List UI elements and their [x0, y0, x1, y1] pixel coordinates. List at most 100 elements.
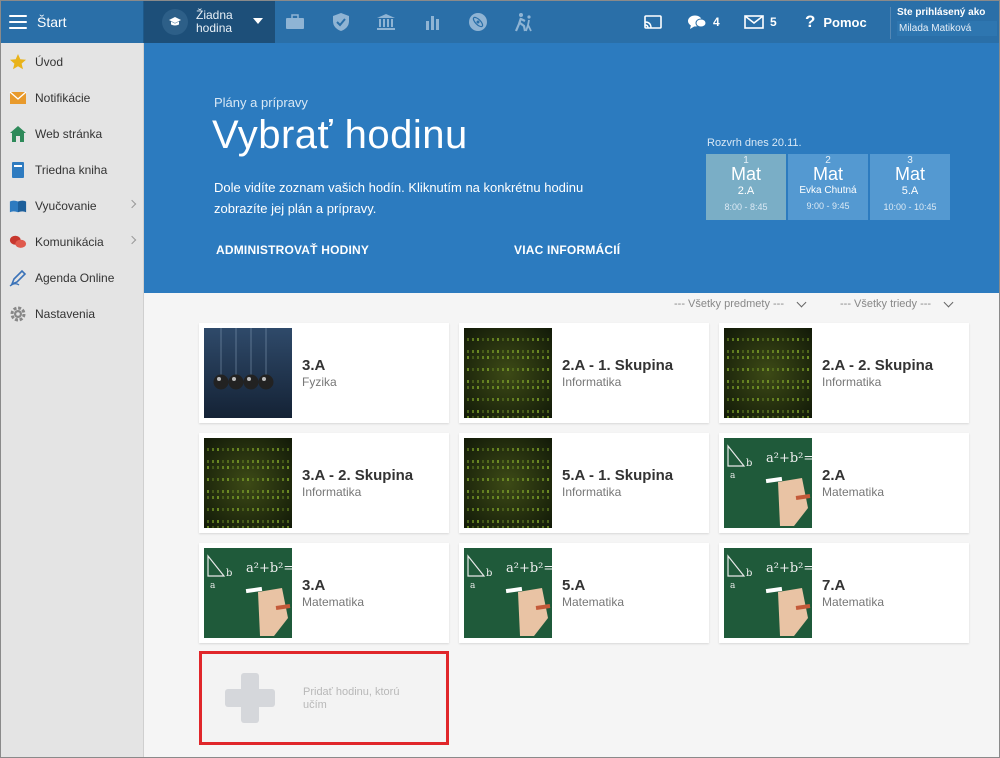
home-icon	[9, 125, 27, 143]
slot-class: 5.A	[901, 185, 919, 197]
svg-text:a²+b²=: a²+b²=	[766, 561, 812, 576]
schedule-slot-2[interactable]: 2 Mat Evka Chutná 9:00 - 9:45	[788, 154, 868, 220]
add-lesson-card[interactable]: Pridať hodinu, ktorú učím	[199, 651, 449, 745]
start-menu-button[interactable]: Štart	[1, 1, 144, 43]
lesson-title: 2.A - 2. Skupina	[822, 357, 934, 374]
lesson-selector[interactable]: Žiadna hodina	[144, 1, 275, 43]
sidebar-item-uvod[interactable]: Úvod	[1, 44, 143, 80]
bar-chart-icon[interactable]	[422, 11, 444, 33]
class-filter-dropdown[interactable]: --- Všetky triedy ---	[840, 297, 954, 310]
user-box[interactable]: Ste prihlásený ako Milada Matiková	[890, 7, 998, 39]
lesson-title: 2.A - 1. Skupina	[562, 357, 674, 374]
lesson-selector-line2: hodina	[196, 21, 233, 35]
hiking-icon[interactable]	[513, 11, 535, 33]
subject-filter-dropdown[interactable]: --- Všetky predmety ---	[674, 297, 807, 310]
svg-text:b: b	[746, 568, 752, 579]
page-subtitle: Plány a prípravy	[214, 95, 308, 110]
caret-down-icon	[253, 18, 263, 24]
sidebar-item-komunikacia[interactable]: Komunikácia	[1, 224, 143, 260]
lesson-thumbnail: b a a²+b²=	[724, 548, 812, 638]
user-prefix: Ste prihlásený ako	[897, 7, 986, 18]
lesson-thumbnail	[204, 328, 292, 418]
lesson-card[interactable]: 3.A Fyzika	[199, 323, 449, 423]
lesson-title: 5.A	[562, 577, 586, 594]
svg-text:a²+b²=: a²+b²=	[246, 561, 292, 576]
lesson-subject: Informatika	[562, 375, 622, 389]
help-button[interactable]: ? Pomoc	[805, 1, 867, 43]
cast-icon[interactable]	[642, 11, 664, 33]
lesson-title: 7.A	[822, 577, 846, 594]
svg-text:a: a	[730, 581, 736, 591]
administer-lessons-link[interactable]: ADMINISTROVAŤ HODINY	[216, 243, 369, 257]
sidebar-item-agenda-online[interactable]: Agenda Online	[1, 260, 143, 296]
schedule-slot-3[interactable]: 3 Mat 5.A 10:00 - 10:45	[870, 154, 950, 220]
lesson-card[interactable]: b a a²+b²= 5.A Matematika	[459, 543, 709, 643]
slot-subject: Mat	[894, 164, 925, 184]
mail-notifications[interactable]: 5	[744, 1, 777, 43]
lesson-card[interactable]: b a a²+b²= 7.A Matematika	[719, 543, 969, 643]
mail-count: 5	[770, 15, 777, 29]
chat-bubbles-icon	[688, 15, 707, 29]
page-title: Vybrať hodinu	[212, 113, 468, 157]
hero-banner: Plány a prípravy Vybrať hodinu Dole vidí…	[144, 43, 999, 293]
lesson-card[interactable]: 2.A - 1. Skupina Informatika	[459, 323, 709, 423]
slot-class: Evka Chutná	[799, 185, 857, 196]
slot-time: 8:00 - 8:45	[724, 202, 768, 212]
svg-text:b: b	[486, 568, 492, 579]
briefcase-icon[interactable]	[284, 11, 306, 33]
lesson-title: 3.A	[302, 577, 326, 594]
chevron-right-icon	[127, 199, 137, 209]
help-label: Pomoc	[823, 14, 867, 30]
sidebar-item-nastavenia[interactable]: Nastavenia	[1, 296, 143, 332]
question-mark-icon: ?	[805, 12, 816, 31]
lesson-title: 5.A - 1. Skupina	[562, 467, 674, 484]
lesson-thumbnail	[464, 438, 552, 528]
lesson-subject: Informatika	[822, 375, 882, 389]
slot-time: 10:00 - 10:45	[883, 202, 937, 212]
svg-text:a: a	[730, 471, 736, 481]
pen-icon	[9, 269, 27, 287]
svg-text:b: b	[226, 568, 232, 579]
svg-text:a: a	[210, 581, 216, 591]
sidebar-item-label: Vyučovanie	[35, 199, 97, 213]
schedule-label: Rozvrh dnes 20.11.	[707, 137, 802, 149]
open-book-icon	[9, 197, 27, 215]
sidebar-item-notifikacie[interactable]: Notifikácie	[1, 80, 143, 116]
sidebar-item-web-stranka[interactable]: Web stránka	[1, 116, 143, 152]
schedule-slot-1[interactable]: 1 Mat 2.A 8:00 - 8:45	[706, 154, 786, 220]
shield-icon[interactable]	[330, 11, 352, 33]
atom-icon[interactable]	[467, 11, 489, 33]
more-info-link[interactable]: VIAC INFORMÁCIÍ	[514, 243, 620, 257]
top-bar: Štart Žiadna hodina 4 5 ? Pomoc Ste prih…	[1, 1, 999, 43]
lesson-subject: Matematika	[302, 595, 365, 609]
sidebar-item-vyucovanie[interactable]: Vyučovanie	[1, 188, 143, 224]
svg-text:a: a	[470, 581, 476, 591]
lesson-subject: Matematika	[822, 595, 885, 609]
lesson-title: 3.A	[302, 357, 326, 374]
svg-text:a²+b²=: a²+b²=	[766, 451, 812, 466]
lesson-card[interactable]: b a a²+b²= 2.A Matematika	[719, 433, 969, 533]
lesson-card[interactable]: 3.A - 2. Skupina Informatika	[199, 433, 449, 533]
graduation-cap-icon	[162, 9, 188, 35]
hamburger-icon	[9, 15, 27, 29]
chevron-down-icon	[943, 297, 954, 307]
lesson-thumbnail	[724, 328, 812, 418]
sidebar-item-label: Nastavenia	[35, 307, 96, 321]
user-name: Milada Matiková	[897, 21, 997, 36]
institution-icon[interactable]	[375, 11, 397, 33]
lesson-subject: Matematika	[822, 485, 885, 499]
lesson-title: 2.A	[822, 467, 846, 484]
class-filter-value: --- Všetky triedy ---	[840, 298, 932, 310]
chevron-right-icon	[127, 235, 137, 245]
book-icon	[9, 161, 27, 179]
lesson-card[interactable]: 2.A - 2. Skupina Informatika	[719, 323, 969, 423]
lesson-thumbnail: b a a²+b²=	[464, 548, 552, 638]
sidebar-item-triedna-kniha[interactable]: Triedna kniha	[1, 152, 143, 188]
lesson-subject: Informatika	[302, 485, 362, 499]
sidebar-item-label: Úvod	[35, 55, 64, 69]
chat-notifications[interactable]: 4	[687, 1, 720, 43]
sidebar: Úvod Notifikácie Web stránka Triedna kni…	[1, 43, 144, 757]
svg-text:b: b	[746, 458, 752, 469]
lesson-card[interactable]: 5.A - 1. Skupina Informatika	[459, 433, 709, 533]
lesson-card[interactable]: b a a²+b²= 3.A Matematika	[199, 543, 449, 643]
